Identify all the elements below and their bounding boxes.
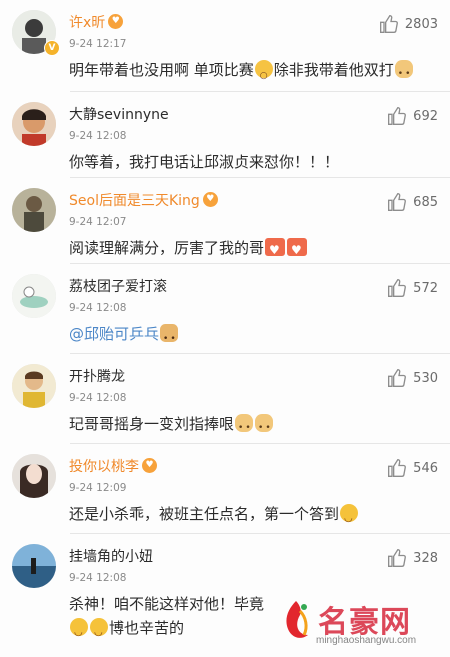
comment-item: Seol后面是三天King 9-24 12:07 阅读理解满分，厉害了我的哥 6… — [0, 178, 450, 264]
comment-text-part: 阅读理解满分，厉害了我的哥 — [69, 239, 265, 257]
comment-time: 9-24 12:07 — [69, 216, 127, 228]
comment-time: 9-24 12:08 — [69, 130, 127, 142]
comment-feed: V 许x昕 9-24 12:17 明年带着也没用啊 单项比赛 除非我带着他双打 2… — [0, 0, 450, 657]
thumbs-up-icon — [388, 368, 407, 387]
comment-author[interactable]: 投你以桃李 — [69, 456, 157, 476]
comment-author[interactable]: 许x昕 — [69, 12, 124, 32]
comment-time: 9-24 12:08 — [69, 572, 127, 584]
comment-time: 9-24 12:08 — [69, 392, 127, 404]
like-count: 2803 — [404, 16, 438, 32]
comment-item: 投你以桃李 9-24 12:09 还是小杀乖，被班主任点名，第一个答到 546 — [0, 444, 450, 534]
avatar[interactable] — [12, 188, 56, 232]
comment-author[interactable]: 大静sevinnyne — [69, 104, 169, 124]
like-button[interactable]: 328 — [387, 548, 438, 568]
comment-item: 开扑腾龙 9-24 12:08 玘哥哥摇身一变刘指捧哏 530 — [0, 354, 450, 444]
doge-emoji-icon — [394, 60, 413, 86]
heart-emoji-icon — [265, 238, 286, 262]
avatar-image — [12, 364, 56, 408]
comment-text: 杀神！咱不能这样对他！毕竟 博也辛苦的 — [69, 592, 430, 645]
comment-time: 9-24 12:08 — [69, 302, 127, 314]
like-button[interactable]: 685 — [387, 192, 438, 212]
comment-text: 还是小杀乖，被班主任点名，第一个答到 — [69, 502, 430, 531]
avatar[interactable] — [12, 102, 56, 146]
comment-item: 大静sevinnyne 9-24 12:08 你等着，我打电话让邱淑贞来怼你！！… — [0, 92, 450, 178]
comment-item: 挂墙角的小妞 9-24 12:08 杀神！咱不能这样对他！毕竟 博也辛苦的 32… — [0, 534, 450, 657]
like-count: 530 — [413, 370, 438, 386]
thumbs-up-icon — [388, 106, 407, 125]
comment-text: 阅读理解满分，厉害了我的哥 — [69, 236, 430, 262]
comment-author[interactable]: 开扑腾龙 — [69, 366, 125, 386]
thumbs-up-icon — [379, 14, 398, 33]
like-button[interactable]: 692 — [387, 106, 438, 126]
comment-text-line: 博也辛苦的 — [69, 616, 430, 645]
comment-author[interactable]: 挂墙角的小妞 — [69, 546, 153, 566]
thumbs-up-icon — [388, 278, 407, 297]
comment-text: 你等着，我打电话让邱淑贞来怼你！！！ — [69, 150, 430, 174]
comment-author[interactable]: Seol后面是三天King — [69, 190, 218, 210]
author-name[interactable]: 挂墙角的小妞 — [69, 549, 153, 565]
cat-emoji-icon — [160, 324, 179, 351]
comment-text-part: 明年带着也没用啊 单项比赛 — [69, 61, 254, 79]
verified-badge-icon: V — [44, 40, 60, 56]
author-name[interactable]: 荔枝团子爱打滚 — [69, 279, 167, 295]
comment-time: 9-24 12:09 — [69, 482, 127, 494]
thumbs-up-icon — [388, 458, 407, 477]
author-name[interactable]: 投你以桃李 — [69, 459, 139, 475]
mention-link[interactable]: @邱贻可乒乓 — [69, 325, 159, 343]
comment-text-part: 还是小杀乖，被班主任点名，第一个答到 — [69, 505, 340, 523]
comment-text-part: 除非我带着他双打 — [273, 61, 394, 79]
laugh-emoji-icon — [340, 504, 359, 531]
vip-heart-icon — [108, 14, 124, 29]
scream-emoji-icon — [254, 60, 273, 88]
avatar-image — [12, 274, 56, 318]
avatar[interactable] — [12, 274, 56, 318]
doge-emoji-icon — [255, 414, 274, 440]
comment-author[interactable]: 荔枝团子爱打滚 — [69, 276, 167, 296]
comment-text: 明年带着也没用啊 单项比赛 除非我带着他双打 — [69, 58, 430, 88]
avatar-image — [12, 454, 56, 498]
like-count: 328 — [413, 550, 438, 566]
avatar-image — [12, 188, 56, 232]
comment-text-part: 杀神！咱不能这样对他！毕竟 — [69, 595, 265, 613]
comment-item: V 许x昕 9-24 12:17 明年带着也没用啊 单项比赛 除非我带着他双打 2… — [0, 0, 450, 92]
author-name[interactable]: 许x昕 — [69, 15, 105, 31]
comment-text-part: 博也辛苦的 — [109, 619, 185, 637]
avatar[interactable] — [12, 454, 56, 498]
vip-heart-icon — [142, 458, 157, 473]
author-name[interactable]: 开扑腾龙 — [69, 369, 125, 385]
thumbs-up-icon — [388, 192, 407, 211]
comment-text-part: 玘哥哥摇身一变刘指捧哏 — [69, 415, 235, 433]
comment-text-part: 你等着，我打电话让邱淑贞来怼你！！！ — [69, 153, 340, 171]
author-name[interactable]: Seol后面是三天King — [69, 193, 200, 209]
thumbs-up-icon — [388, 548, 407, 567]
heart-emoji-icon — [287, 238, 308, 262]
comment-text: 玘哥哥摇身一变刘指捧哏 — [69, 412, 430, 440]
doge-emoji-icon — [235, 414, 254, 440]
laugh-emoji-icon — [70, 618, 88, 645]
like-button[interactable]: 530 — [387, 368, 438, 388]
author-name[interactable]: 大静sevinnyne — [69, 107, 169, 123]
comment-text: @邱贻可乒乓 — [69, 322, 430, 351]
like-count: 546 — [413, 460, 438, 476]
like-button[interactable]: 572 — [387, 278, 438, 298]
vip-heart-icon — [202, 192, 218, 207]
avatar-image — [12, 102, 56, 146]
like-count: 685 — [413, 194, 438, 210]
laugh-emoji-icon — [90, 618, 108, 645]
avatar[interactable] — [12, 364, 56, 408]
like-count: 692 — [413, 108, 438, 124]
comment-time: 9-24 12:17 — [69, 38, 127, 50]
like-button[interactable]: 2803 — [379, 14, 438, 34]
avatar-image — [12, 544, 56, 588]
like-count: 572 — [413, 280, 438, 296]
avatar[interactable] — [12, 544, 56, 588]
comment-item: 荔枝团子爱打滚 9-24 12:08 @邱贻可乒乓 572 — [0, 264, 450, 354]
like-button[interactable]: 546 — [387, 458, 438, 478]
